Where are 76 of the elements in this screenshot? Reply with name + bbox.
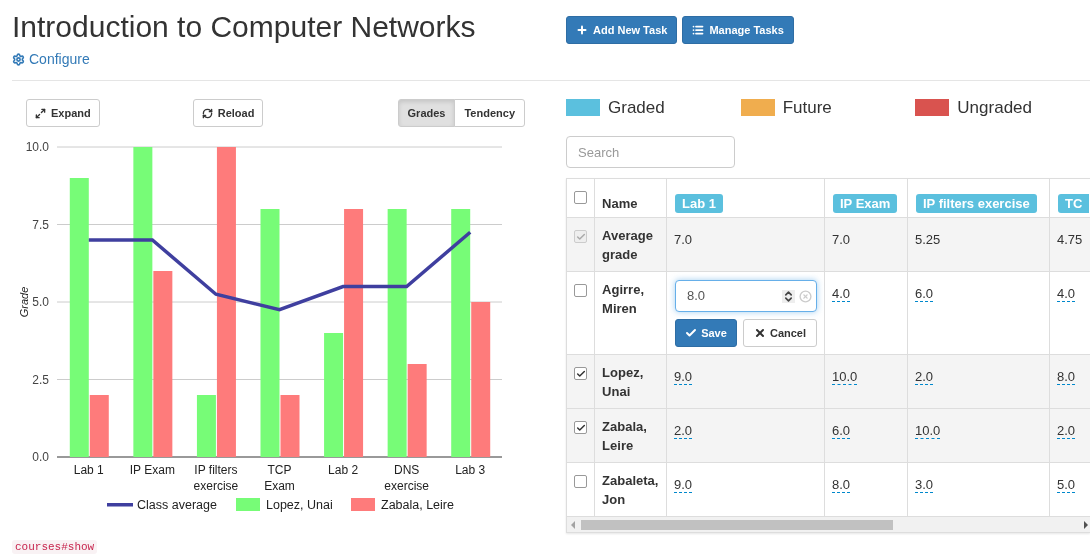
row-name: Zabaleta, Jon [602,472,660,509]
grade-value[interactable]: 2.0 [674,423,693,439]
expand-icon [35,107,46,119]
axis-title: Grade [18,286,30,318]
configure-link[interactable]: Configure [12,49,90,70]
category-label: Lab 2 [328,463,359,477]
grade-value[interactable]: 4.0 [832,286,851,302]
category-label: Lab 3 [455,463,486,477]
tick-label: 2.5 [32,372,49,387]
grade-value[interactable]: 2.0 [915,369,934,385]
route-label: courses#show [12,540,98,554]
legend-label: Graded [608,96,665,119]
average-value: 7.0 [832,232,851,247]
checkbox[interactable] [574,367,588,380]
legend-label: Future [782,96,832,119]
add-task-button[interactable]: Add New Task [566,16,678,44]
grade-value[interactable]: 3.0 [915,477,934,493]
checkbox[interactable] [574,284,588,297]
legend-label: Ungraded [957,96,1032,119]
check-icon [575,231,586,242]
grade-value[interactable]: 2.0 [1057,423,1076,439]
expand-button[interactable]: Expand [26,99,100,127]
search-field[interactable]: Search [566,136,735,168]
legend-label: Class average [137,498,217,512]
category-label: IP filters exercise [193,463,239,493]
check-icon [685,327,698,339]
tick-label: 7.5 [32,217,49,232]
grade-value[interactable]: 10.0 [915,423,941,439]
checkbox[interactable] [574,191,588,204]
legend-label: Lopez, Unai [266,498,333,512]
row-name: Average grade [602,227,654,264]
row-name: Lopez, Unai [602,364,645,401]
horizontal-scrollbar[interactable] [567,517,1090,532]
tick-label: 5.0 [32,295,49,309]
list-icon [692,24,705,36]
grade-value[interactable]: 10.0 [832,369,858,385]
grade-value[interactable]: 9.0 [674,369,693,385]
category-label: Lab 1 [73,463,104,477]
close-icon [753,327,766,339]
checkbox[interactable] [574,421,588,434]
checkbox[interactable] [574,475,588,488]
save-button[interactable]: Save [675,319,737,347]
legend-swatch [351,498,375,511]
category-label: IP Exam [129,463,175,477]
average-value: 7.0 [674,232,693,247]
plus-icon [576,24,588,36]
tick-label: 0.0 [32,450,49,464]
grade-value[interactable]: 8.0 [1057,369,1076,385]
average-value: 4.75 [1057,232,1083,247]
reload-icon [201,107,213,119]
category-label: DNS exercise [384,463,429,493]
grade-value[interactable]: 6.0 [915,286,934,302]
mode-tab[interactable]: Grades [397,99,456,127]
page-title: Introduction to Computer Networks [12,9,477,45]
grade-value[interactable]: 6.0 [832,423,851,439]
spinner-icon[interactable] [782,289,795,303]
tick-label: 10.0 [25,140,49,154]
mode-tab[interactable]: Tendency [454,99,525,127]
row-name: Agirre, Miren [602,281,645,318]
settings-icon [12,53,25,66]
row-name: Zabala, Leire [602,418,648,455]
legend-swatch [236,498,260,511]
reload-button[interactable]: Reload [192,99,264,127]
column-header: Name [602,196,638,211]
grade-value[interactable]: 4.0 [1057,286,1076,302]
grade-value[interactable]: 5.0 [1057,477,1076,493]
grade-input[interactable]: 8.0 [675,280,817,312]
grade-value[interactable]: 9.0 [674,477,693,493]
average-value: 5.25 [915,232,941,247]
manage-tasks-button[interactable]: Manage Tasks [682,16,794,44]
check-icon [575,368,586,379]
check-icon [575,422,586,433]
cancel-button[interactable]: Cancel [743,319,817,347]
grade-value[interactable]: 8.0 [832,477,851,493]
legend-label: Zabala, Leire [381,498,454,512]
category-label: TCP Exam [264,463,295,493]
